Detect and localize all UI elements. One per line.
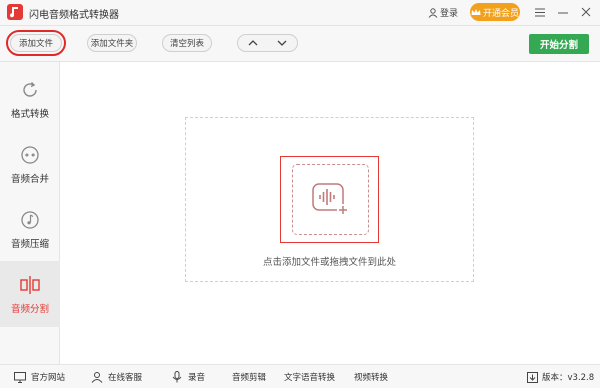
music-note-icon [19, 209, 41, 231]
sidebar-item-label: 音频合并 [10, 173, 49, 185]
sidebar-item-label: 格式转换 [10, 108, 49, 120]
text-to-speech-label: 文字语音转换 [284, 373, 336, 383]
status-bar: 官方网站 在线客服 录音 音频剪辑 文字语音转换 视频转换 版本：v3.2.8 [0, 364, 600, 388]
sidebar-item-audio-split[interactable]: 音频分割 [0, 261, 60, 327]
crown-icon [471, 9, 481, 15]
merge-icon [19, 144, 41, 166]
vip-button[interactable]: 开通会员 [470, 3, 520, 21]
add-audio-icon [311, 182, 349, 216]
minimize-icon[interactable] [556, 4, 570, 20]
sidebar-item-format-convert[interactable]: 格式转换 [0, 66, 60, 132]
login-label: 登录 [440, 9, 459, 19]
official-site-link[interactable]: 官方网站 [14, 371, 65, 383]
add-file-target[interactable] [280, 156, 379, 243]
move-up-button[interactable] [238, 35, 268, 51]
vip-label: 开通会员 [482, 8, 519, 19]
online-support-link[interactable]: 在线客服 [91, 371, 142, 383]
add-folder-button[interactable]: 添加文件夹 [87, 34, 137, 52]
sidebar-item-audio-compress[interactable]: 音频压缩 [0, 196, 60, 262]
sidebar-item-label: 音频压缩 [10, 238, 49, 250]
start-split-button[interactable]: 开始分割 [529, 34, 589, 54]
clear-list-button[interactable]: 清空列表 [162, 34, 212, 52]
title-bar: 闪电音频格式转换器 登录 开通会员 [0, 0, 600, 26]
sidebar: 格式转换 音频合并 音频压缩 音频分割 [0, 62, 60, 364]
monitor-icon [14, 371, 26, 383]
video-convert-label: 视频转换 [354, 373, 389, 383]
user-icon [428, 7, 438, 18]
app-logo-icon [7, 4, 23, 20]
audio-edit-label: 音频剪辑 [232, 373, 267, 383]
drop-hint-text: 点击添加文件或拖拽文件到此处 [262, 257, 396, 268]
text-to-speech-link[interactable]: 文字语音转换 [284, 371, 335, 383]
add-file-inner [292, 164, 369, 235]
refresh-icon [19, 79, 41, 101]
chevron-up-icon [248, 40, 258, 46]
sidebar-item-label: 音频分割 [10, 303, 49, 315]
download-icon [527, 371, 538, 383]
sidebar-item-audio-merge[interactable]: 音频合并 [0, 131, 60, 197]
close-icon[interactable] [579, 4, 593, 20]
record-link[interactable]: 录音 [171, 371, 205, 383]
menu-icon[interactable] [533, 4, 547, 20]
online-support-label: 在线客服 [108, 373, 143, 383]
mic-icon [172, 371, 182, 383]
support-icon [91, 372, 103, 383]
toolbar: 添加文件 添加文件夹 清空列表 [0, 26, 600, 62]
audio-edit-link[interactable]: 音频剪辑 [232, 371, 266, 383]
chevron-down-icon [277, 40, 287, 46]
split-icon [19, 274, 41, 296]
version-label: 版本：v3.2.8 [542, 373, 595, 383]
record-label: 录音 [188, 373, 206, 383]
app-title: 闪电音频格式转换器 [29, 10, 119, 21]
version-info: 版本：v3.2.8 [527, 371, 594, 383]
move-buttons [237, 34, 298, 52]
move-down-button[interactable] [268, 35, 298, 51]
login-button[interactable]: 登录 [428, 6, 458, 19]
add-file-button[interactable]: 添加文件 [6, 30, 66, 56]
video-convert-link[interactable]: 视频转换 [354, 371, 388, 383]
official-site-label: 官方网站 [31, 373, 66, 383]
